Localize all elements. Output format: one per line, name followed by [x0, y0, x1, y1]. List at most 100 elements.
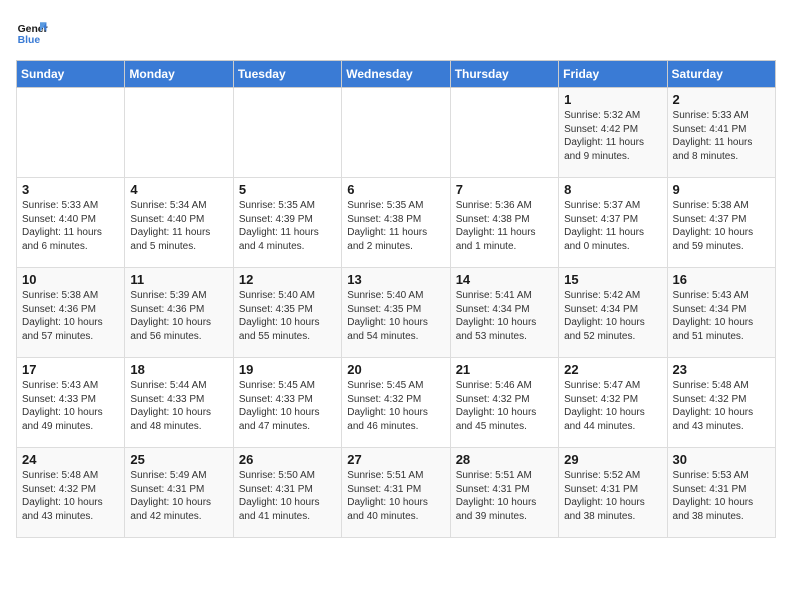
- calendar-cell: 17 Sunrise: 5:43 AM Sunset: 4:33 PM Dayli…: [17, 358, 125, 448]
- day-info: Sunrise: 5:33 AM Sunset: 4:40 PM Dayligh…: [22, 199, 119, 253]
- day-info: Sunrise: 5:50 AM Sunset: 4:31 PM Dayligh…: [239, 469, 336, 523]
- day-number: 16: [673, 272, 770, 287]
- day-info: Sunrise: 5:53 AM Sunset: 4:31 PM Dayligh…: [673, 469, 770, 523]
- calendar-cell: 18 Sunrise: 5:44 AM Sunset: 4:33 PM Dayli…: [125, 358, 233, 448]
- day-info: Sunrise: 5:49 AM Sunset: 4:31 PM Dayligh…: [130, 469, 227, 523]
- day-number: 17: [22, 362, 119, 377]
- calendar-cell: 3 Sunrise: 5:33 AM Sunset: 4:40 PM Daylig…: [17, 178, 125, 268]
- day-number: 23: [673, 362, 770, 377]
- weekday-header-friday: Friday: [559, 61, 667, 88]
- day-number: 30: [673, 452, 770, 467]
- calendar-cell: 28 Sunrise: 5:51 AM Sunset: 4:31 PM Dayli…: [450, 448, 558, 538]
- logo: General Blue: [16, 16, 48, 48]
- day-info: Sunrise: 5:35 AM Sunset: 4:38 PM Dayligh…: [347, 199, 444, 253]
- calendar-cell: 26 Sunrise: 5:50 AM Sunset: 4:31 PM Dayli…: [233, 448, 341, 538]
- calendar-cell: 11 Sunrise: 5:39 AM Sunset: 4:36 PM Dayli…: [125, 268, 233, 358]
- calendar-cell: 24 Sunrise: 5:48 AM Sunset: 4:32 PM Dayli…: [17, 448, 125, 538]
- day-info: Sunrise: 5:37 AM Sunset: 4:37 PM Dayligh…: [564, 199, 661, 253]
- day-info: Sunrise: 5:38 AM Sunset: 4:36 PM Dayligh…: [22, 289, 119, 343]
- day-number: 8: [564, 182, 661, 197]
- calendar-cell: [450, 88, 558, 178]
- calendar-cell: 4Sunrise: 5:34 AM Sunset: 4:40 PM Daylig…: [125, 178, 233, 268]
- calendar-cell: 30 Sunrise: 5:53 AM Sunset: 4:31 PM Dayli…: [667, 448, 775, 538]
- day-info: Sunrise: 5:51 AM Sunset: 4:31 PM Dayligh…: [456, 469, 553, 523]
- day-number: 9: [673, 182, 770, 197]
- day-number: 27: [347, 452, 444, 467]
- calendar-cell: 1 Sunrise: 5:32 AM Sunset: 4:42 PM Daylig…: [559, 88, 667, 178]
- day-number: 14: [456, 272, 553, 287]
- calendar-cell: [125, 88, 233, 178]
- calendar-cell: [342, 88, 450, 178]
- calendar-cell: 5Sunrise: 5:35 AM Sunset: 4:39 PM Daylig…: [233, 178, 341, 268]
- day-number: 21: [456, 362, 553, 377]
- day-number: 3: [22, 182, 119, 197]
- day-number: 24: [22, 452, 119, 467]
- day-info: Sunrise: 5:45 AM Sunset: 4:32 PM Dayligh…: [347, 379, 444, 433]
- weekday-header-wednesday: Wednesday: [342, 61, 450, 88]
- day-info: Sunrise: 5:39 AM Sunset: 4:36 PM Dayligh…: [130, 289, 227, 343]
- page-header: General Blue: [16, 16, 776, 48]
- day-number: 2: [673, 92, 770, 107]
- day-info: Sunrise: 5:41 AM Sunset: 4:34 PM Dayligh…: [456, 289, 553, 343]
- weekday-header-monday: Monday: [125, 61, 233, 88]
- weekday-header-thursday: Thursday: [450, 61, 558, 88]
- day-info: Sunrise: 5:43 AM Sunset: 4:33 PM Dayligh…: [22, 379, 119, 433]
- calendar-cell: 14 Sunrise: 5:41 AM Sunset: 4:34 PM Dayli…: [450, 268, 558, 358]
- logo-icon: General Blue: [16, 16, 48, 48]
- day-number: 29: [564, 452, 661, 467]
- calendar-cell: 15 Sunrise: 5:42 AM Sunset: 4:34 PM Dayli…: [559, 268, 667, 358]
- day-info: Sunrise: 5:48 AM Sunset: 4:32 PM Dayligh…: [673, 379, 770, 433]
- day-info: Sunrise: 5:43 AM Sunset: 4:34 PM Dayligh…: [673, 289, 770, 343]
- day-info: Sunrise: 5:40 AM Sunset: 4:35 PM Dayligh…: [239, 289, 336, 343]
- calendar-cell: 22 Sunrise: 5:47 AM Sunset: 4:32 PM Dayli…: [559, 358, 667, 448]
- day-number: 7: [456, 182, 553, 197]
- calendar-cell: 13 Sunrise: 5:40 AM Sunset: 4:35 PM Dayli…: [342, 268, 450, 358]
- calendar-cell: 6 Sunrise: 5:35 AM Sunset: 4:38 PM Daylig…: [342, 178, 450, 268]
- day-number: 12: [239, 272, 336, 287]
- svg-text:Blue: Blue: [18, 35, 41, 46]
- day-info: Sunrise: 5:44 AM Sunset: 4:33 PM Dayligh…: [130, 379, 227, 433]
- day-info: Sunrise: 5:40 AM Sunset: 4:35 PM Dayligh…: [347, 289, 444, 343]
- day-number: 18: [130, 362, 227, 377]
- day-number: 6: [347, 182, 444, 197]
- calendar-cell: 8 Sunrise: 5:37 AM Sunset: 4:37 PM Daylig…: [559, 178, 667, 268]
- calendar-cell: [233, 88, 341, 178]
- day-number: 26: [239, 452, 336, 467]
- day-info: Sunrise: 5:34 AM Sunset: 4:40 PM Dayligh…: [130, 199, 227, 253]
- day-info: Sunrise: 5:46 AM Sunset: 4:32 PM Dayligh…: [456, 379, 553, 433]
- calendar-cell: 16 Sunrise: 5:43 AM Sunset: 4:34 PM Dayli…: [667, 268, 775, 358]
- day-number: 15: [564, 272, 661, 287]
- day-number: 22: [564, 362, 661, 377]
- day-info: Sunrise: 5:47 AM Sunset: 4:32 PM Dayligh…: [564, 379, 661, 433]
- day-info: Sunrise: 5:48 AM Sunset: 4:32 PM Dayligh…: [22, 469, 119, 523]
- day-number: 11: [130, 272, 227, 287]
- calendar-cell: 2Sunrise: 5:33 AM Sunset: 4:41 PM Daylig…: [667, 88, 775, 178]
- weekday-header-tuesday: Tuesday: [233, 61, 341, 88]
- calendar-cell: 23 Sunrise: 5:48 AM Sunset: 4:32 PM Dayli…: [667, 358, 775, 448]
- day-info: Sunrise: 5:36 AM Sunset: 4:38 PM Dayligh…: [456, 199, 553, 253]
- day-number: 5: [239, 182, 336, 197]
- calendar-cell: 7 Sunrise: 5:36 AM Sunset: 4:38 PM Daylig…: [450, 178, 558, 268]
- day-number: 28: [456, 452, 553, 467]
- day-number: 19: [239, 362, 336, 377]
- calendar-cell: 29 Sunrise: 5:52 AM Sunset: 4:31 PM Dayli…: [559, 448, 667, 538]
- calendar-cell: 19 Sunrise: 5:45 AM Sunset: 4:33 PM Dayli…: [233, 358, 341, 448]
- day-number: 20: [347, 362, 444, 377]
- day-number: 25: [130, 452, 227, 467]
- calendar-cell: 9Sunrise: 5:38 AM Sunset: 4:37 PM Daylig…: [667, 178, 775, 268]
- day-number: 10: [22, 272, 119, 287]
- calendar-table: SundayMondayTuesdayWednesdayThursdayFrid…: [16, 60, 776, 538]
- day-info: Sunrise: 5:52 AM Sunset: 4:31 PM Dayligh…: [564, 469, 661, 523]
- calendar-cell: 25 Sunrise: 5:49 AM Sunset: 4:31 PM Dayli…: [125, 448, 233, 538]
- day-info: Sunrise: 5:32 AM Sunset: 4:42 PM Dayligh…: [564, 109, 661, 163]
- calendar-cell: 20 Sunrise: 5:45 AM Sunset: 4:32 PM Dayli…: [342, 358, 450, 448]
- day-info: Sunrise: 5:45 AM Sunset: 4:33 PM Dayligh…: [239, 379, 336, 433]
- day-number: 13: [347, 272, 444, 287]
- calendar-cell: 12 Sunrise: 5:40 AM Sunset: 4:35 PM Dayli…: [233, 268, 341, 358]
- day-number: 1: [564, 92, 661, 107]
- weekday-header-sunday: Sunday: [17, 61, 125, 88]
- day-info: Sunrise: 5:51 AM Sunset: 4:31 PM Dayligh…: [347, 469, 444, 523]
- day-info: Sunrise: 5:42 AM Sunset: 4:34 PM Dayligh…: [564, 289, 661, 343]
- calendar-cell: 27 Sunrise: 5:51 AM Sunset: 4:31 PM Dayli…: [342, 448, 450, 538]
- calendar-cell: [17, 88, 125, 178]
